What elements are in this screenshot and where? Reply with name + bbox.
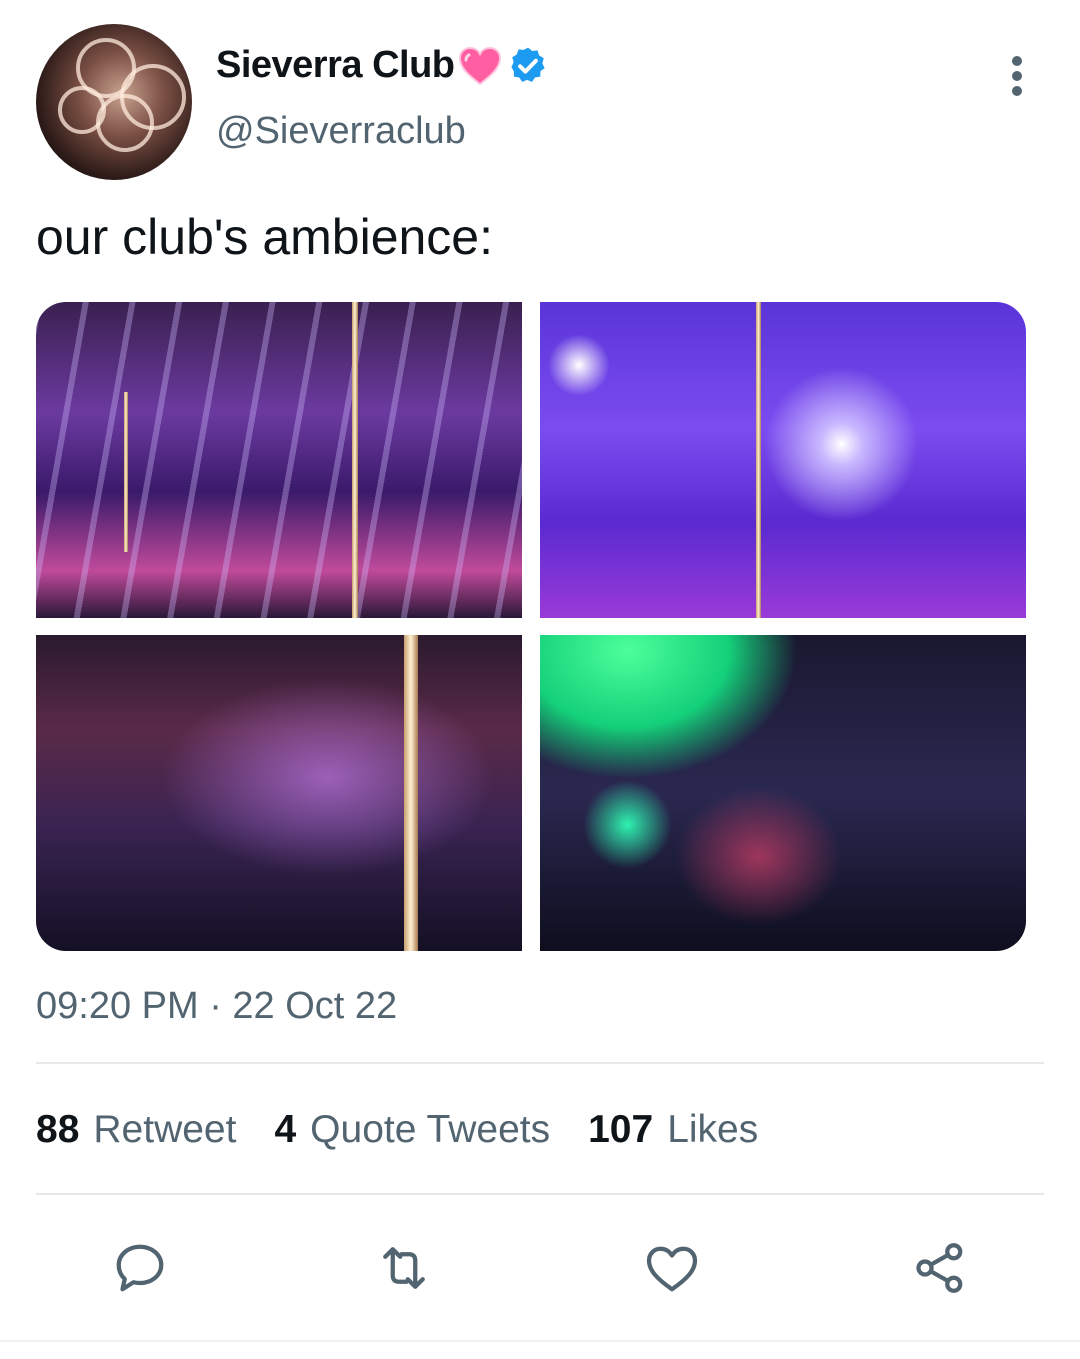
- bottom-divider: [0, 1340, 1080, 1342]
- media-photo-pole-dancers[interactable]: [540, 302, 1026, 618]
- verified-badge-icon: [510, 47, 545, 82]
- stat-quote-tweets[interactable]: 4 Quote Tweets: [274, 1108, 550, 1152]
- sparkling-heart-icon: [458, 46, 501, 85]
- more-options-icon[interactable]: [1004, 54, 1030, 98]
- media-grid: [36, 302, 1026, 951]
- like-label: Likes: [667, 1108, 759, 1151]
- stat-likes[interactable]: 107 Likes: [588, 1108, 758, 1152]
- retweet-icon[interactable]: [374, 1238, 434, 1298]
- display-name[interactable]: Sieverra Club: [216, 44, 455, 87]
- retweet-label: Retweet: [93, 1108, 237, 1151]
- engagement-stats: 88 Retweet 4 Quote Tweets 107 Likes: [36, 1108, 796, 1152]
- stat-retweets[interactable]: 88 Retweet: [36, 1108, 236, 1152]
- divider: [36, 1062, 1044, 1064]
- like-icon[interactable]: [642, 1238, 702, 1298]
- divider: [36, 1193, 1044, 1195]
- user-handle[interactable]: @Sieverraclub: [216, 110, 466, 153]
- like-count: 107: [588, 1108, 654, 1151]
- media-photo-lounge-booth[interactable]: [36, 635, 522, 951]
- quote-tweet-count: 4: [274, 1108, 297, 1151]
- quote-tweet-label: Quote Tweets: [310, 1108, 551, 1151]
- media-photo-club-interior[interactable]: [36, 302, 522, 618]
- tweet-text: our club's ambience:: [36, 209, 494, 265]
- share-icon[interactable]: [910, 1238, 970, 1298]
- display-name-row[interactable]: Sieverra Club: [216, 44, 549, 87]
- media-photo-bar-bottles[interactable]: [540, 635, 1026, 951]
- retweet-count: 88: [36, 1108, 80, 1151]
- reply-icon[interactable]: [110, 1238, 170, 1298]
- avatar[interactable]: [36, 24, 192, 180]
- tweet-timestamp[interactable]: 09:20 PM · 22 Oct 22: [36, 985, 397, 1028]
